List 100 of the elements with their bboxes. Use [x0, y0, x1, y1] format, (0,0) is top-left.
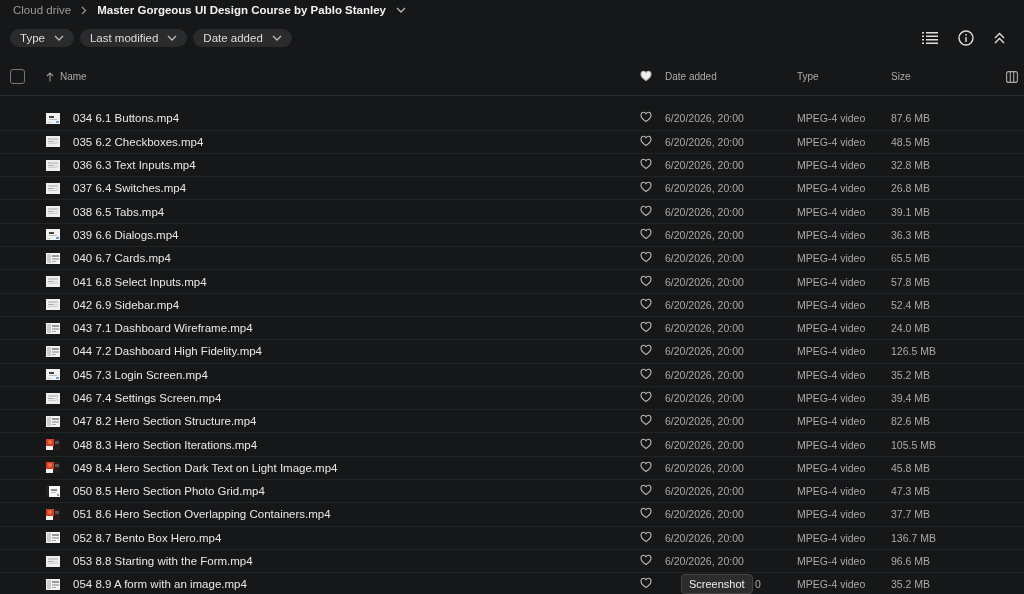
heart-icon[interactable] [640, 437, 652, 450]
heart-icon[interactable] [640, 554, 652, 567]
file-name[interactable]: 046 7.4 Settings Screen.mp4 [60, 392, 640, 404]
file-name[interactable]: 039 6.6 Dialogs.mp4 [60, 228, 640, 241]
column-header[interactable]: Size [891, 71, 981, 82]
date-added: 6/20/2026, 20:00 [665, 252, 744, 265]
heart-icon[interactable] [640, 227, 652, 240]
file-type: MPEG-4 video [797, 578, 867, 591]
file-name[interactable]: 049 8.4 Hero Section Dark Text on Light Image.mp4 [60, 461, 640, 474]
chevron-down-icon [53, 35, 64, 41]
file-size: 105.5 MB [891, 438, 937, 451]
file-type: MPEG-4 video [797, 508, 867, 521]
heart-icon[interactable] [640, 344, 652, 357]
heart-icon[interactable] [640, 321, 652, 334]
heart-icon[interactable] [640, 507, 652, 520]
file-name[interactable]: 040 6.7 Cards.mp4 [60, 252, 640, 265]
heart-icon[interactable] [640, 484, 652, 497]
file-name[interactable]: 054 8.9 A form with an image.mp4 [60, 578, 640, 591]
file-size: 39.4 MB [891, 392, 932, 404]
heart-icon[interactable] [640, 158, 652, 171]
date-added: 0 [755, 578, 761, 591]
heart-icon[interactable] [640, 251, 652, 264]
columns-icon[interactable] [1006, 70, 1018, 83]
filter-dropdown[interactable]: Type [10, 29, 74, 47]
heart-icon[interactable] [640, 460, 652, 473]
file-type: MPEG-4 video [797, 438, 867, 451]
heart-icon[interactable] [640, 577, 652, 590]
file-size: 65.5 MB [891, 252, 932, 265]
filter-dropdown[interactable]: Date added [193, 29, 292, 47]
file-name[interactable]: 050 8.5 Hero Section Photo Grid.mp4 [60, 485, 640, 498]
file-type: MPEG-4 video [797, 555, 867, 568]
date-added: 6/20/2026, 20:00 [665, 368, 744, 381]
file-type: MPEG-4 video [797, 531, 867, 544]
file-size: 57.8 MB [891, 275, 932, 288]
file-name[interactable]: 048 8.3 Hero Section Iterations.mp4 [60, 438, 640, 451]
column-header[interactable]: Type [797, 71, 891, 82]
file-size: 48.5 MB [891, 135, 932, 148]
file-size: 47.3 MB [891, 485, 932, 498]
date-added: 6/20/2026, 20:00 [665, 135, 744, 148]
file-name[interactable]: 036 6.3 Text Inputs.mp4 [60, 159, 640, 172]
date-added: 6/20/2026, 20:00 [665, 555, 744, 568]
date-added: 6/20/2026, 20:00 [665, 159, 744, 172]
info-icon[interactable] [958, 30, 974, 46]
column-header[interactable]: Name [60, 71, 640, 82]
file-name[interactable]: 045 7.3 Login Screen.mp4 [60, 368, 640, 381]
file-name[interactable]: 041 6.8 Select Inputs.mp4 [60, 275, 640, 288]
heart-icon[interactable] [640, 297, 652, 310]
file-size: 26.8 MB [891, 182, 932, 195]
heart-icon[interactable] [640, 530, 652, 543]
list-view-icon[interactable] [922, 32, 938, 44]
file-type: MPEG-4 video [797, 322, 867, 335]
file-type: MPEG-4 video [797, 368, 867, 381]
heart-icon[interactable] [640, 274, 652, 287]
heart-icon[interactable] [640, 111, 652, 124]
file-name[interactable]: 034 6.1 Buttons.mp4 [60, 112, 640, 125]
date-added: 6/20/2026, 20:00 [665, 322, 744, 335]
date-added: 6/20/2026, 20:00 [665, 182, 744, 195]
file-name[interactable]: 047 8.2 Hero Section Structure.mp4 [60, 415, 640, 428]
heart-icon[interactable] [640, 204, 652, 217]
column-header[interactable]: Date added [665, 71, 797, 82]
date-added: 6/20/2026, 20:00 [665, 415, 744, 428]
file-name[interactable]: 037 6.4 Switches.mp4 [60, 182, 640, 195]
collapse-icon[interactable] [994, 32, 1005, 44]
date-added: 6/20/2026, 20:00 [665, 392, 744, 404]
heart-icon[interactable] [640, 181, 652, 194]
file-size: 136.7 MB [891, 531, 937, 544]
file-name[interactable]: 038 6.5 Tabs.mp4 [60, 205, 640, 218]
file-type: MPEG-4 video [797, 485, 867, 498]
file-name[interactable]: 044 7.2 Dashboard High Fidelity.mp4 [60, 345, 640, 358]
file-type: MPEG-4 video [797, 252, 867, 265]
file-type: MPEG-4 video [797, 415, 867, 428]
file-size: 82.6 MB [891, 415, 932, 428]
select-all-checkbox[interactable] [10, 69, 25, 84]
date-added: 6/20/2026, 20:00 [665, 205, 744, 218]
file-name[interactable]: 035 6.2 Checkboxes.mp4 [60, 135, 640, 148]
file-name[interactable]: 052 8.7 Bento Box Hero.mp4 [60, 531, 640, 544]
file-name[interactable]: 042 6.9 Sidebar.mp4 [60, 298, 640, 311]
date-added: 6/20/2026, 20:00 [665, 345, 744, 358]
heart-icon[interactable] [640, 367, 652, 380]
heart-icon[interactable] [640, 134, 652, 147]
file-size: 96.6 MB [891, 555, 932, 568]
file-name[interactable]: 053 8.8 Starting with the Form.mp4 [60, 555, 640, 568]
date-added: 6/20/2026, 20:00 [665, 438, 744, 451]
file-type: MPEG-4 video [797, 112, 867, 125]
breadcrumb-link[interactable]: Cloud drive [13, 4, 72, 16]
filter-dropdown[interactable]: Last modified [79, 29, 188, 47]
chevron-down-icon [396, 7, 407, 13]
file-size: 37.7 MB [891, 508, 932, 521]
file-name[interactable]: 043 7.1 Dashboard Wireframe.mp4 [60, 322, 640, 335]
file-type: MPEG-4 video [797, 159, 867, 172]
file-type: MPEG-4 video [797, 182, 867, 195]
heart-icon[interactable] [640, 69, 652, 82]
heart-icon[interactable] [640, 414, 652, 427]
sort-arrow-icon[interactable] [46, 71, 54, 82]
file-size: 24.0 MB [891, 322, 932, 335]
file-name[interactable]: 051 8.6 Hero Section Overlapping Containers.mp4 [60, 508, 640, 521]
date-added: 6/20/2026, 20:00 [665, 531, 744, 544]
folder-title[interactable]: Master Gorgeous UI Design Course by Pablo Stanley [97, 4, 387, 16]
heart-icon[interactable] [640, 391, 652, 403]
file-size: 87.6 MB [891, 112, 932, 125]
